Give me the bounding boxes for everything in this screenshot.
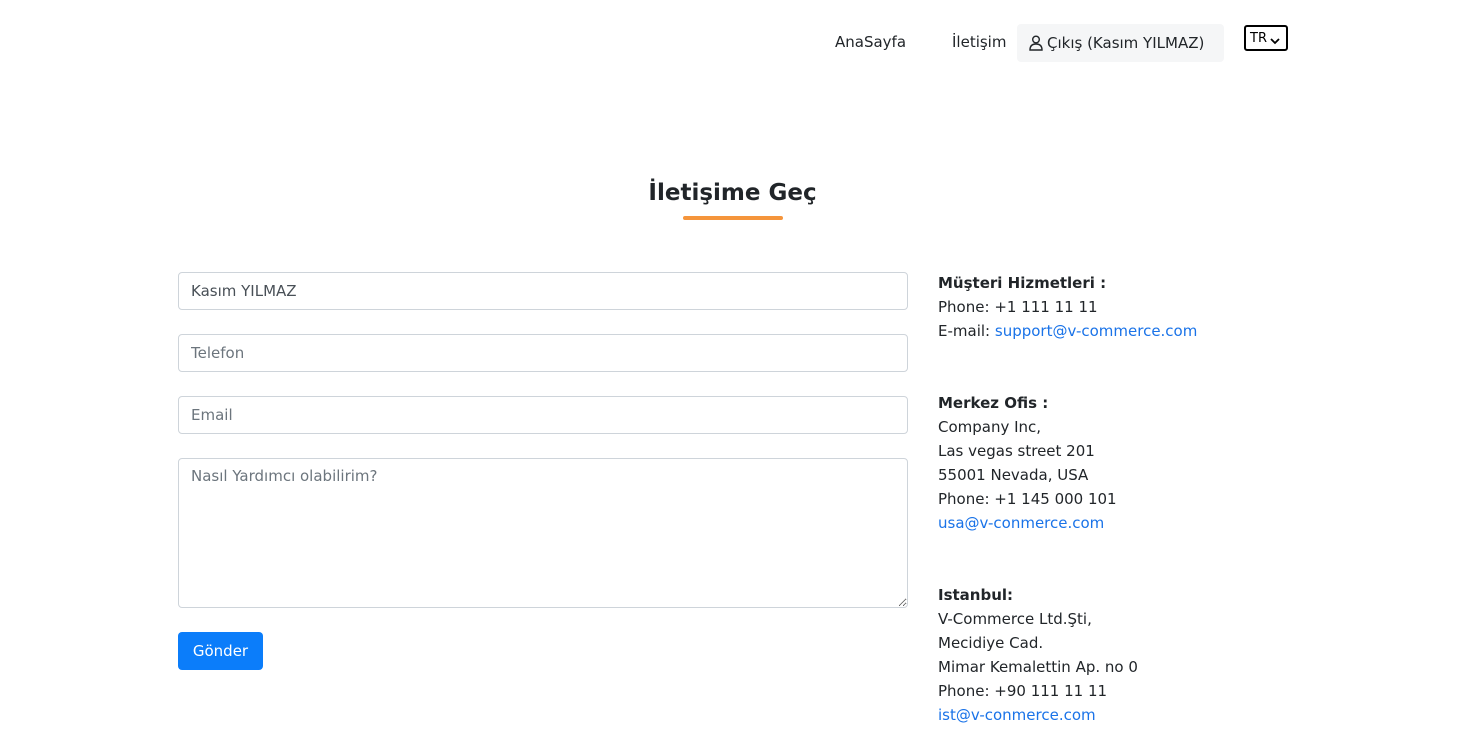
istanbul-email-link[interactable]: ist@v-conmerce.com — [938, 706, 1096, 724]
email-input[interactable] — [178, 396, 908, 434]
customer-service-email: E-mail: support@v-commerce.com — [938, 322, 1198, 340]
istanbul-line: Mimar Kemalettin Ap. no 0 — [938, 658, 1138, 676]
support-email-link[interactable]: support@v-commerce.com — [995, 322, 1197, 340]
nav-contact-link[interactable]: İletişim — [952, 33, 1006, 51]
user-icon — [1029, 35, 1043, 51]
nav-home-link[interactable]: AnaSayfa — [835, 33, 906, 51]
istanbul-heading: Istanbul: — [938, 586, 1014, 604]
istanbul-line: Mecidiye Cad. — [938, 634, 1044, 652]
customer-service-info: Müşteri Hizmetleri : Phone: +1 111 11 11… — [938, 271, 1197, 343]
headquarters-email-link[interactable]: usa@v-conmerce.com — [938, 514, 1104, 532]
headquarters-line: Las vegas street 201 — [938, 442, 1095, 460]
submit-button[interactable]: Gönder — [178, 632, 263, 670]
logout-label: Çıkış (Kasım YILMAZ) — [1047, 34, 1205, 52]
customer-service-phone: Phone: +1 111 11 11 — [938, 298, 1098, 316]
name-input[interactable] — [178, 272, 908, 310]
headquarters-line: 55001 Nevada, USA — [938, 466, 1089, 484]
message-textarea[interactable] — [178, 458, 908, 608]
istanbul-line: Phone: +90 111 11 11 — [938, 682, 1108, 700]
page-title: İletişime Geç — [648, 180, 817, 206]
logout-button[interactable]: Çıkış (Kasım YILMAZ) — [1017, 24, 1224, 62]
headquarters-line: Company Inc, — [938, 418, 1042, 436]
title-underline — [683, 216, 783, 220]
headquarters-info: Merkez Ofis : Company Inc, Las vegas str… — [938, 391, 1117, 535]
istanbul-line: V-Commerce Ltd.Şti, — [938, 610, 1092, 628]
phone-input[interactable] — [178, 334, 908, 372]
istanbul-info: Istanbul: V-Commerce Ltd.Şti, Mecidiye C… — [938, 583, 1138, 727]
headquarters-heading: Merkez Ofis : — [938, 394, 1049, 412]
language-value: TR — [1250, 30, 1267, 46]
language-select[interactable]: TR — [1244, 25, 1288, 51]
customer-service-heading: Müşteri Hizmetleri : — [938, 274, 1107, 292]
chevron-down-icon — [1270, 34, 1280, 45]
headquarters-line: Phone: +1 145 000 101 — [938, 490, 1117, 508]
